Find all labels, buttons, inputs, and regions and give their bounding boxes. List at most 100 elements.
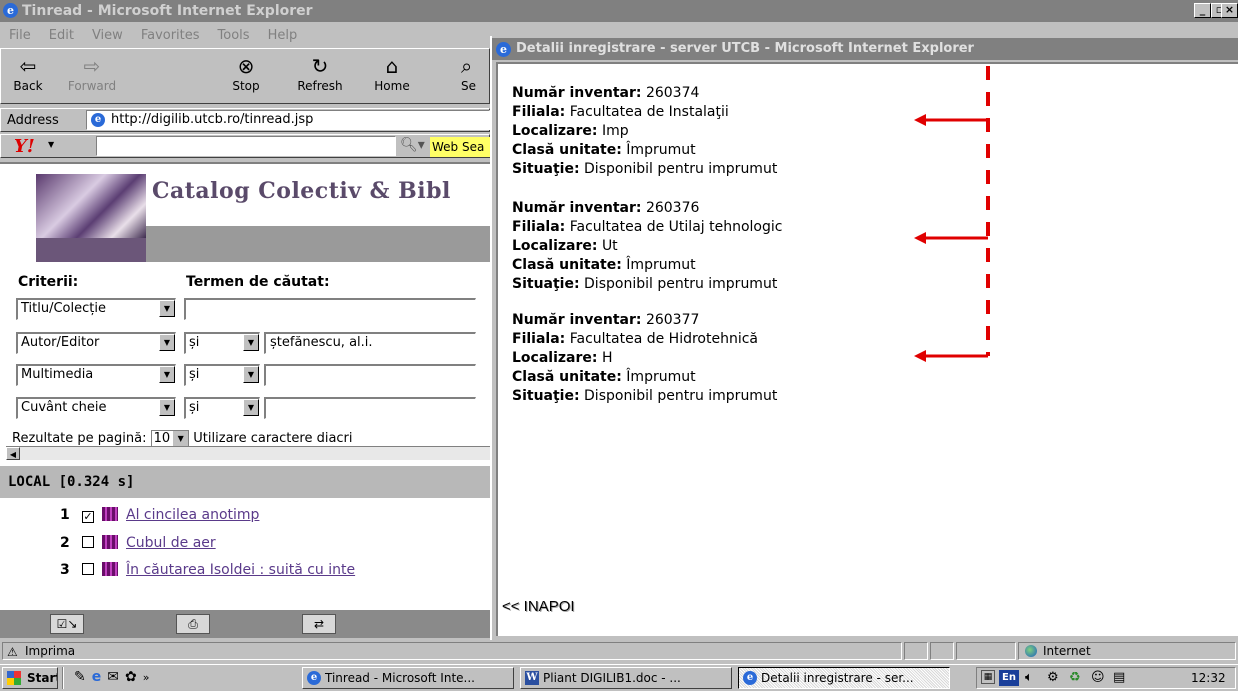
stop-button[interactable]: ⊗ Stop xyxy=(219,53,273,103)
task-label: Tinread - Microsoft Inte... xyxy=(325,671,475,685)
book-icon xyxy=(102,535,118,549)
field-label: Clasă unitate: xyxy=(512,142,622,158)
menu-help[interactable]: Help xyxy=(268,28,298,43)
yahoo-logo-icon[interactable]: Y! xyxy=(14,136,35,157)
result-link[interactable]: Cubul de aer xyxy=(126,535,216,551)
status-cell xyxy=(930,642,954,660)
result-checkbox[interactable] xyxy=(82,563,94,575)
operator-select-2[interactable]: și ▼ xyxy=(184,332,260,354)
result-number: 3 xyxy=(60,562,70,578)
taskbar-item-details[interactable]: e Detalii inregistrare - ser... xyxy=(738,667,950,689)
zone-label: Internet xyxy=(1043,644,1091,658)
search-button[interactable]: ⌕ Se xyxy=(437,53,491,103)
criteria-select-2[interactable]: Autor/Editor ▼ xyxy=(16,332,176,354)
system-tray: ▦ En 🔈︎ ⚙ ♻ ☺ ▤ 12:32 xyxy=(976,667,1236,689)
menu-tools[interactable]: Tools xyxy=(218,28,250,43)
tray-monitor-icon[interactable]: ▤ xyxy=(1113,668,1125,688)
tray-sync-icon[interactable]: ♻ xyxy=(1069,668,1081,688)
status-text-cell: ⚠ Imprima xyxy=(2,642,902,660)
result-item: 3 În căutarea Isoldei : suită cu inte xyxy=(60,559,490,581)
language-indicator[interactable]: En xyxy=(999,670,1019,686)
minimize-button[interactable]: _ xyxy=(1194,3,1211,18)
address-input[interactable]: e http://digilib.utcb.ro/tinread.jsp xyxy=(86,110,490,130)
catalog-header-strip xyxy=(146,226,490,262)
result-checkbox[interactable] xyxy=(82,536,94,548)
start-button[interactable]: Start xyxy=(2,667,58,689)
unit-class-value: Împrumut xyxy=(626,257,696,273)
print-icon[interactable]: ⎙ xyxy=(176,614,210,634)
result-number: 1 xyxy=(60,507,70,523)
criteria-select-4[interactable]: Cuvânt cheie ▼ xyxy=(16,397,176,419)
unit-class-value: Împrumut xyxy=(626,142,696,158)
result-item: 2 Cubul de aer xyxy=(60,532,216,554)
network-icon[interactable]: ⚙ xyxy=(1047,668,1059,688)
speaker-icon[interactable]: 🔈︎ xyxy=(1025,668,1033,688)
term-input-1[interactable] xyxy=(184,298,476,320)
criterii-label: Criterii: xyxy=(18,274,79,290)
messenger-icon[interactable]: ☺ xyxy=(1091,668,1105,688)
tray-app-icon[interactable]: ▦ xyxy=(981,670,995,684)
back-link[interactable]: << INAPOI xyxy=(502,598,575,615)
inventory-number: 260374 xyxy=(645,85,700,101)
field-label: Filiala: xyxy=(512,104,566,120)
term-input-4[interactable] xyxy=(264,397,476,419)
result-checkbox[interactable]: ✓ xyxy=(82,511,94,523)
criteria-select-3[interactable]: Multimedia ▼ xyxy=(16,364,176,386)
horizontal-scrollbar[interactable] xyxy=(6,446,490,460)
result-number: 2 xyxy=(60,535,70,551)
popup-title: Detalii inregistrare - server UTCB - Mic… xyxy=(516,41,974,56)
desktop-icon[interactable]: ✎ xyxy=(74,669,92,685)
book-icon xyxy=(102,562,118,576)
field-label: Localizare: xyxy=(512,123,598,139)
app-icon[interactable]: ✿ xyxy=(125,669,143,685)
term-input-2[interactable]: ștefănescu, al.i. xyxy=(264,332,476,354)
location-value: Ut xyxy=(601,238,618,254)
results-per-page-select[interactable]: 10 ▼ xyxy=(150,430,190,447)
refresh-label: Refresh xyxy=(297,79,343,93)
home-button[interactable]: ⌂ Home xyxy=(365,53,419,103)
chevron-down-icon: ▼ xyxy=(159,366,175,383)
transfer-arrows-icon[interactable]: ⇄ xyxy=(302,614,336,634)
forward-arrow-icon: ⇨ xyxy=(83,54,101,78)
results-per-page-label: Rezultate pe pagină: xyxy=(12,431,147,446)
result-link[interactable]: În căutarea Isoldei : suită cu inte xyxy=(126,562,355,578)
term-input-3[interactable] xyxy=(264,364,476,386)
inventory-record: Număr inventar: 260377 Filiala: Facultat… xyxy=(512,311,777,406)
taskbar-item-word[interactable]: W Pliant DIGILIB1.doc - ... xyxy=(520,667,732,689)
back-button[interactable]: ⇦ Back xyxy=(1,53,55,103)
refresh-button[interactable]: ↻ Refresh xyxy=(293,53,347,103)
forward-button[interactable]: ⇨ Forward xyxy=(65,53,119,103)
field-label: Localizare: xyxy=(512,350,598,366)
select-records-icon[interactable]: ☑↘ xyxy=(50,614,84,634)
status-value: Disponibil pentru imprumut xyxy=(584,388,778,404)
operator-select-3[interactable]: și ▼ xyxy=(184,364,260,386)
annotation-overlay xyxy=(914,66,990,362)
outlook-icon[interactable]: ✉ xyxy=(107,669,125,685)
address-url: http://digilib.utcb.ro/tinread.jsp xyxy=(111,112,314,127)
field-label: Filiala: xyxy=(512,219,566,235)
forward-label: Forward xyxy=(67,79,117,93)
scroll-left-icon[interactable]: ◀ xyxy=(6,447,20,460)
close-button[interactable]: × xyxy=(1221,3,1238,18)
field-label: Clasă unitate: xyxy=(512,369,622,385)
criteria-select-1[interactable]: Titlu/Colecție ▼ xyxy=(16,298,176,320)
web-search-button[interactable]: Web Sea xyxy=(430,137,490,157)
operator-select-4[interactable]: și ▼ xyxy=(184,397,260,419)
magnifier-icon[interactable]: 🔍︎▾ xyxy=(400,137,425,153)
arrow-left-icon xyxy=(914,114,926,126)
more-icon[interactable]: » xyxy=(143,671,156,684)
operator-value: și xyxy=(189,400,200,415)
menu-edit[interactable]: Edit xyxy=(49,28,74,43)
yahoo-dropdown-icon[interactable]: ▼ xyxy=(48,140,54,149)
chevron-down-icon: ▼ xyxy=(243,399,259,416)
clock[interactable]: 12:32 xyxy=(1191,668,1226,688)
menu-favorites[interactable]: Favorites xyxy=(141,28,200,43)
taskbar-item-tinread[interactable]: e Tinread - Microsoft Inte... xyxy=(302,667,514,689)
yahoo-search-input[interactable] xyxy=(96,136,396,156)
ie-launch-icon[interactable]: e xyxy=(92,669,108,685)
menu-file[interactable]: File xyxy=(9,28,31,43)
result-link[interactable]: Al cincilea anotimp xyxy=(126,507,259,523)
menu-view[interactable]: View xyxy=(92,28,123,43)
field-label: Situaţie: xyxy=(512,276,580,292)
status-value: Disponibil pentru imprumut xyxy=(584,276,778,292)
